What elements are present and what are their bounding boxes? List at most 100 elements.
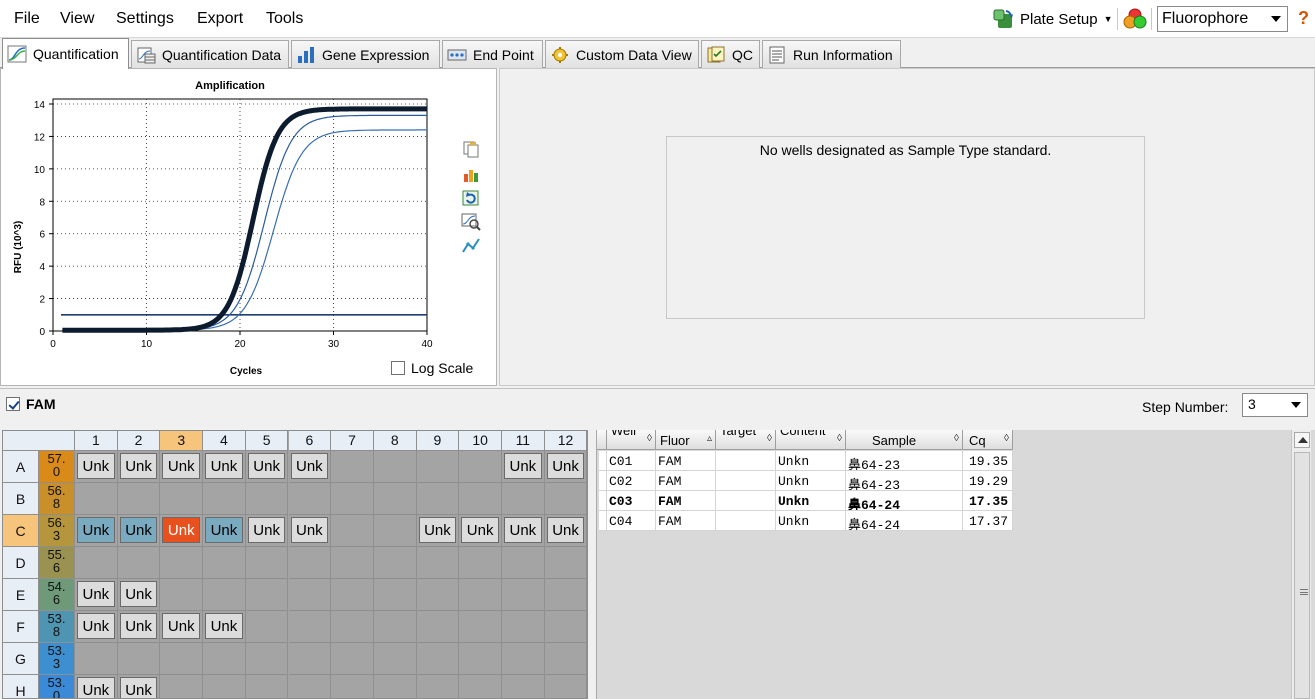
plate-well[interactable]: Unk (288, 515, 332, 547)
tab-end-point[interactable]: End Point (442, 40, 543, 68)
plate-column-header[interactable]: 1 (75, 431, 118, 451)
table-cell-well[interactable]: C02 (607, 471, 656, 491)
plate-well[interactable]: Unk (117, 515, 161, 547)
plate-row-header[interactable]: G (3, 643, 39, 675)
plate-well[interactable] (288, 643, 332, 675)
plate-well[interactable] (245, 675, 289, 698)
sort-icon[interactable]: ◊ (1004, 433, 1009, 444)
table-cell-fluor[interactable]: FAM (656, 471, 716, 491)
plate-well[interactable] (373, 515, 417, 547)
plate-well[interactable] (288, 675, 332, 698)
plate-well[interactable] (203, 643, 246, 675)
plate-well[interactable]: Unk (459, 515, 502, 547)
plate-well[interactable]: Unk (75, 579, 118, 611)
plate-well[interactable] (459, 611, 502, 643)
menu-export[interactable]: Export (197, 10, 243, 28)
fam-toggle[interactable]: FAM (6, 396, 56, 412)
plate-well[interactable] (331, 579, 374, 611)
plate-well[interactable]: Unk (75, 675, 118, 698)
plate-column-header[interactable]: 8 (373, 431, 417, 451)
fluorophore-select[interactable]: Fluorophore (1157, 6, 1288, 32)
plate-well[interactable] (203, 579, 246, 611)
well-content-label[interactable]: Unk (205, 613, 243, 639)
well-content-label[interactable]: Unk (77, 677, 115, 698)
plate-well[interactable] (245, 643, 289, 675)
plate-well[interactable]: Unk (75, 611, 118, 643)
plate-column-header[interactable]: 3 (160, 431, 204, 451)
plate-well[interactable]: Unk (117, 611, 161, 643)
plate-well[interactable] (117, 483, 161, 515)
menu-view[interactable]: View (60, 10, 94, 28)
well-content-label[interactable]: Unk (290, 453, 329, 479)
plate-well[interactable] (245, 547, 289, 579)
well-content-label[interactable]: Unk (504, 453, 542, 479)
table-cell-well[interactable]: C04 (607, 511, 656, 531)
table-cell-fluor[interactable]: FAM (656, 451, 716, 471)
plate-well[interactable] (160, 547, 204, 579)
plate-well[interactable] (331, 611, 374, 643)
well-content-label[interactable]: Unk (119, 677, 158, 698)
plate-well[interactable] (416, 579, 460, 611)
column-header-sample[interactable]: Sample ◊ (846, 430, 963, 450)
well-content-label[interactable]: Unk (77, 613, 115, 639)
column-header-fluor[interactable]: Fluor ▵ (656, 430, 716, 450)
column-header-cq[interactable]: Cq ◊ (963, 430, 1013, 450)
plate-well[interactable] (160, 579, 204, 611)
plate-row-header[interactable]: F (3, 611, 39, 643)
plate-well[interactable] (544, 611, 587, 643)
plate-well[interactable] (416, 547, 460, 579)
plate-corner[interactable] (3, 431, 75, 451)
table-cell-target[interactable] (716, 471, 776, 491)
well-content-label[interactable]: Unk (77, 581, 115, 607)
plate-well[interactable] (245, 579, 289, 611)
plate-well[interactable] (459, 547, 502, 579)
plate-column-header[interactable]: 12 (544, 431, 587, 451)
plate-well[interactable]: Unk (416, 515, 460, 547)
table-cell-target[interactable] (716, 451, 776, 471)
amplification-chart[interactable]: Amplification Cycles RFU (10^3) 0 10 20 30 4… (1, 69, 461, 385)
plate-well[interactable] (288, 611, 332, 643)
table-cell-fluor[interactable]: FAM (656, 511, 716, 531)
plate-well[interactable] (203, 483, 246, 515)
table-cell-sample[interactable]: 鼻64-24 (846, 491, 963, 511)
plate-well[interactable] (117, 547, 161, 579)
plate-well[interactable] (416, 643, 460, 675)
tab-qc[interactable]: QC (701, 40, 760, 68)
well-content-label[interactable]: Unk (205, 453, 243, 479)
plate-well[interactable] (544, 483, 587, 515)
plate-well[interactable] (331, 643, 374, 675)
table-cell-well[interactable]: C01 (607, 451, 656, 471)
table-cell-content[interactable]: Unkn (776, 451, 846, 471)
plate-well[interactable] (416, 483, 460, 515)
plate-well[interactable]: Unk (75, 451, 118, 483)
menu-tools[interactable]: Tools (266, 10, 303, 28)
table-cell-content[interactable]: Unkn (776, 491, 846, 511)
plate-row-header[interactable]: B (3, 483, 39, 515)
export-chart-icon[interactable] (461, 165, 481, 183)
scrollbar-thumb[interactable] (1294, 452, 1310, 699)
plate-well[interactable] (459, 675, 502, 698)
well-content-label[interactable]: Unk (461, 517, 499, 543)
plate-well[interactable]: Unk (544, 451, 587, 483)
plate-well[interactable] (160, 643, 204, 675)
help-icon[interactable]: ? (1298, 8, 1309, 29)
plate-well[interactable] (373, 483, 417, 515)
plate-well[interactable]: Unk (288, 451, 332, 483)
tab-run-information[interactable]: Run Information (762, 40, 901, 68)
plate-column-header[interactable]: 4 (203, 431, 246, 451)
plate-well[interactable] (331, 547, 374, 579)
plate-well[interactable]: Unk (544, 515, 587, 547)
row-selector[interactable] (599, 451, 607, 471)
well-content-label[interactable]: Unk (546, 453, 585, 479)
plate-well[interactable] (373, 611, 417, 643)
plate-well[interactable] (373, 451, 417, 483)
column-header-well[interactable]: Well ◊ (607, 430, 656, 450)
tab-quantification-data[interactable]: Quantification Data (131, 40, 289, 68)
plate-well[interactable] (459, 483, 502, 515)
refresh-icon[interactable] (461, 189, 481, 207)
well-content-label[interactable]: Unk (162, 613, 201, 639)
well-content-label[interactable]: Unk (546, 517, 585, 543)
well-content-label[interactable]: Unk (119, 517, 158, 543)
well-content-label[interactable]: Unk (247, 517, 286, 543)
plate-well[interactable] (245, 611, 289, 643)
